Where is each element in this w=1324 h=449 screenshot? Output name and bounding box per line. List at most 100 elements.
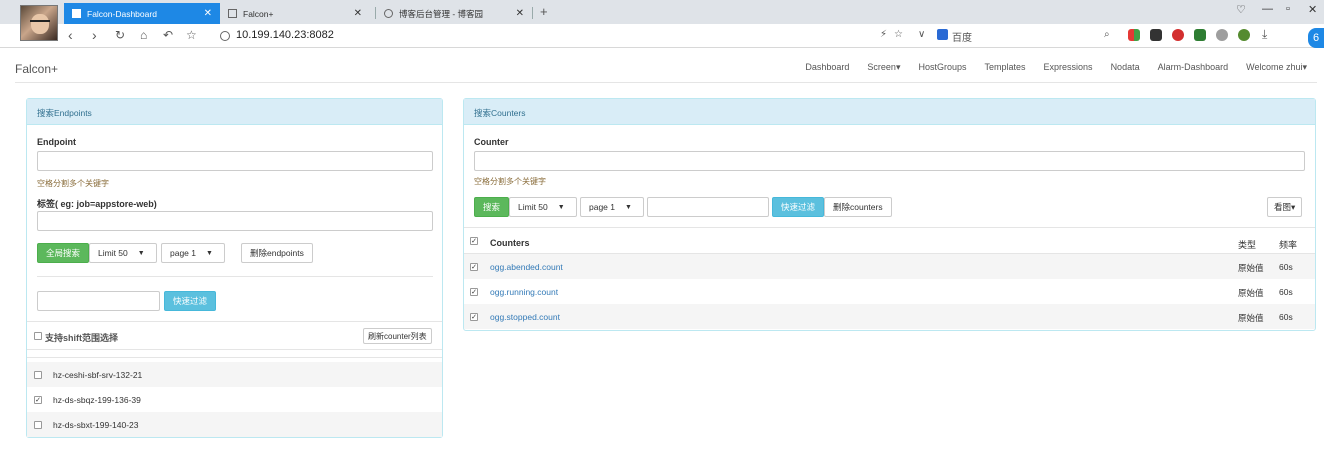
counter-row[interactable]: ✓ ogg.abended.count 原始值 60s: [464, 254, 1315, 279]
endpoint-row[interactable]: hz-ceshi-sbf-srv-132-21: [27, 362, 442, 387]
tab-title: Falcon-Dashboard: [87, 8, 157, 19]
counter-label: Counter: [474, 137, 509, 147]
endpoints-panel-heading: 搜索Endpoints: [27, 99, 442, 125]
nav-dashboard[interactable]: Dashboard: [805, 62, 849, 73]
new-tab-button[interactable]: +: [540, 4, 548, 19]
forward-icon[interactable]: ›: [92, 27, 97, 43]
delete-endpoints-label: 删除endpoints: [250, 248, 304, 258]
counter-quick-filter-button[interactable]: 快速过滤: [772, 197, 825, 217]
adblock-icon[interactable]: [1172, 29, 1184, 41]
counter-checkbox-checked[interactable]: ✓: [470, 288, 478, 296]
lightning-icon[interactable]: ⚡: [880, 29, 887, 40]
side-panel-icon[interactable]: 6: [1308, 28, 1324, 48]
endpoint-checkbox[interactable]: [34, 421, 42, 429]
tag-input[interactable]: [37, 211, 433, 231]
extension-icon[interactable]: [1216, 29, 1228, 41]
brand-logo[interactable]: Falcon+: [15, 62, 58, 76]
counter-search-button[interactable]: 搜索: [474, 197, 510, 217]
counter-type: 原始值: [1238, 263, 1264, 273]
endpoint-checkbox-checked[interactable]: ✓: [34, 396, 42, 404]
page-select[interactable]: page 1 ▼: [161, 243, 225, 263]
counter-name-link[interactable]: ogg.running.count: [490, 287, 558, 297]
nav-nodata[interactable]: Nodata: [1111, 62, 1140, 73]
quick-filter-label: 快速过滤: [173, 296, 208, 306]
counter-checkbox-checked[interactable]: ✓: [470, 313, 478, 321]
user-menu-dropdown[interactable]: Welcome zhui▾: [1246, 62, 1307, 73]
global-search-button[interactable]: 全局搜索: [37, 243, 90, 263]
limit-select[interactable]: Limit 50 ▼: [89, 243, 157, 263]
counter-freq: 60s: [1279, 312, 1293, 322]
favorite-star-icon[interactable]: ☆: [186, 28, 197, 42]
endpoint-row[interactable]: hz-ds-sbxt-199-140-23: [27, 412, 442, 437]
user-avatar[interactable]: [20, 5, 58, 41]
counter-name-link[interactable]: ogg.abended.count: [490, 262, 563, 272]
endpoint-filter-input[interactable]: [37, 291, 160, 311]
minimize-button[interactable]: —: [1262, 3, 1273, 15]
browser-tab-falcon-dashboard[interactable]: Falcon-Dashboard ✕: [64, 3, 220, 24]
search-icon[interactable]: ⌕: [1104, 29, 1110, 40]
page-value: page 1: [170, 248, 196, 258]
counter-checkbox-checked[interactable]: ✓: [470, 263, 478, 271]
close-tab-icon[interactable]: ✕: [516, 8, 524, 19]
counter-row[interactable]: ✓ ogg.running.count 原始值 60s: [464, 279, 1315, 304]
close-tab-icon[interactable]: ✕: [204, 8, 212, 19]
reload-icon[interactable]: ↻: [115, 28, 125, 42]
home-icon[interactable]: ⌂: [140, 28, 147, 42]
globe-extension-icon[interactable]: [1238, 29, 1250, 41]
shirt-icon[interactable]: ♡: [1236, 3, 1246, 16]
avatar-glasses: [30, 20, 50, 25]
nav-screen-dropdown[interactable]: Screen▾: [867, 62, 900, 73]
endpoint-label: Endpoint: [37, 137, 76, 147]
maximize-button[interactable]: ▫: [1286, 3, 1290, 15]
close-tab-icon[interactable]: ✕: [354, 8, 362, 19]
counter-row[interactable]: ✓ ogg.stopped.count 原始值 60s: [464, 304, 1315, 329]
browser-tab-falcon[interactable]: Falcon+ ✕: [220, 3, 370, 24]
delete-counters-button[interactable]: 删除counters: [824, 197, 892, 217]
download-icon[interactable]: ⤓: [1262, 27, 1267, 42]
refresh-label: 刷新counter列表: [368, 331, 427, 341]
shift-select-checkbox[interactable]: [34, 332, 42, 340]
view-graph-dropdown[interactable]: 看图▾: [1267, 197, 1303, 217]
tab-title: 博客后台管理 - 博客园: [399, 8, 484, 19]
bookmark-star-icon[interactable]: ☆: [894, 29, 903, 40]
search-engine-label[interactable]: 百度: [952, 29, 972, 44]
shield-extension-icon[interactable]: [1194, 29, 1206, 41]
refresh-counter-list-button[interactable]: 刷新counter列表: [363, 328, 432, 344]
back-icon[interactable]: ‹: [68, 27, 73, 43]
delete-endpoints-button[interactable]: 删除endpoints: [241, 243, 313, 263]
nav-alarm-dashboard[interactable]: Alarm-Dashboard: [1158, 62, 1229, 73]
counter-name-link[interactable]: ogg.stopped.count: [490, 312, 560, 322]
global-search-label: 全局搜索: [46, 248, 81, 258]
site-info-icon[interactable]: [220, 31, 230, 41]
counters-column-header: Counters: [490, 238, 530, 248]
freq-column-header: 频率: [1279, 240, 1298, 250]
divider: [27, 321, 442, 322]
cat-extension-icon[interactable]: [1150, 29, 1162, 41]
delete-counters-label: 删除counters: [833, 202, 883, 212]
type-column-header: 类型: [1238, 240, 1257, 250]
counter-page-select[interactable]: page 1 ▼: [580, 197, 644, 217]
nav-templates[interactable]: Templates: [985, 62, 1026, 73]
endpoint-input[interactable]: [37, 151, 433, 171]
divider: [37, 276, 433, 277]
select-all-counters-checkbox[interactable]: ✓: [470, 237, 478, 245]
endpoint-row[interactable]: ✓ hz-ds-sbqz-199-136-39: [27, 387, 442, 412]
nav-hostgroups[interactable]: HostGroups: [918, 62, 966, 73]
counter-search-label: 搜索: [483, 202, 501, 212]
counter-filter-input[interactable]: [647, 197, 769, 217]
dropdown-icon[interactable]: ∨: [918, 29, 925, 40]
url-input[interactable]: 10.199.140.23:8082: [236, 29, 334, 41]
counter-freq: 60s: [1279, 287, 1293, 297]
nav-expressions[interactable]: Expressions: [1044, 62, 1093, 73]
counter-limit-select[interactable]: Limit 50 ▼: [509, 197, 577, 217]
apps-grid-icon[interactable]: [1128, 29, 1140, 41]
caret-down-icon: ▼: [137, 249, 145, 257]
tag-label: 标签( eg: job=appstore-web): [37, 199, 157, 209]
undo-icon[interactable]: ↶: [163, 28, 173, 42]
close-window-button[interactable]: ✕: [1308, 3, 1317, 16]
browser-tab-blog-admin[interactable]: 博客后台管理 - 博客园 ✕: [376, 3, 532, 24]
counter-input[interactable]: [474, 151, 1305, 171]
endpoint-checkbox[interactable]: [34, 371, 42, 379]
endpoint-quick-filter-button[interactable]: 快速过滤: [164, 291, 217, 311]
counter-freq: 60s: [1279, 262, 1293, 272]
